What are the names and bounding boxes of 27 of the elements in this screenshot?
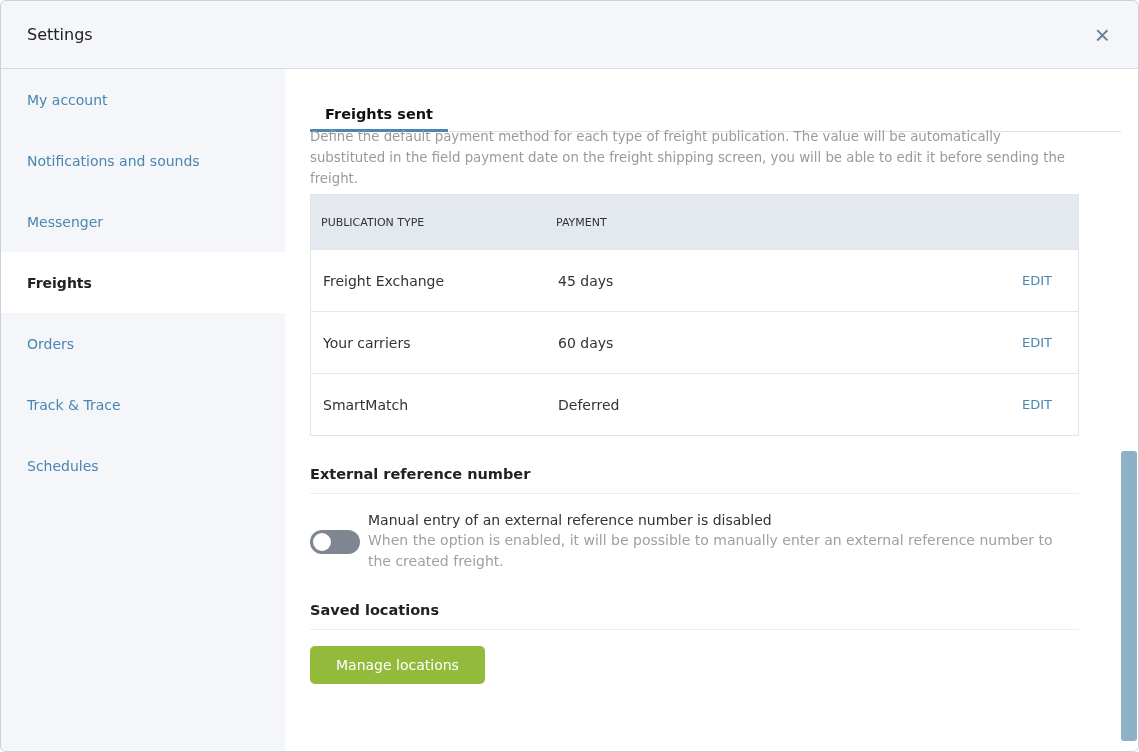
close-button[interactable]: × (1090, 21, 1114, 48)
sidebar-item[interactable]: My account (1, 69, 285, 130)
section-title: External reference number (310, 436, 1079, 494)
window-title: Settings (27, 25, 93, 44)
table-cell-text: Deferred (558, 396, 621, 413)
scrollbar-thumb[interactable] (1121, 451, 1137, 741)
table-cell-text: SmartMatch (323, 396, 410, 413)
toggle-hint: When the option is enabled, it will be possible to manually enter an external reference number to the created freight. (368, 531, 1054, 571)
edit-link[interactable]: EDIT (1022, 397, 1052, 412)
table-cell-text: 45 days (558, 272, 615, 289)
column-header: PUBLICATION TYPE (321, 215, 426, 229)
manage-locations-button[interactable]: Manage locations (310, 646, 485, 684)
sidebar-item[interactable]: Messenger (1, 191, 285, 252)
table-cell-text: 60 days (558, 334, 615, 351)
sidebar-item[interactable]: Schedules (1, 435, 285, 496)
sidebar-item[interactable]: Track & Trace (1, 374, 285, 435)
section-title: Saved locations (310, 572, 1079, 630)
edit-link[interactable]: EDIT (1022, 335, 1052, 350)
sidebar-item[interactable]: Notifications and sounds (1, 130, 285, 191)
sidebar-item[interactable]: Orders (1, 313, 285, 374)
toggle-switch[interactable] (310, 530, 360, 554)
sidebar-item[interactable]: Freights (1, 252, 285, 313)
column-header: PAYMENT (556, 215, 608, 229)
table-cell-text: Your carriers (323, 334, 412, 351)
table-cell-text: Freight Exchange (323, 272, 446, 289)
edit-link[interactable]: EDIT (1022, 273, 1052, 288)
toggle-label: Manual entry of an external reference number is disabled (368, 511, 773, 530)
